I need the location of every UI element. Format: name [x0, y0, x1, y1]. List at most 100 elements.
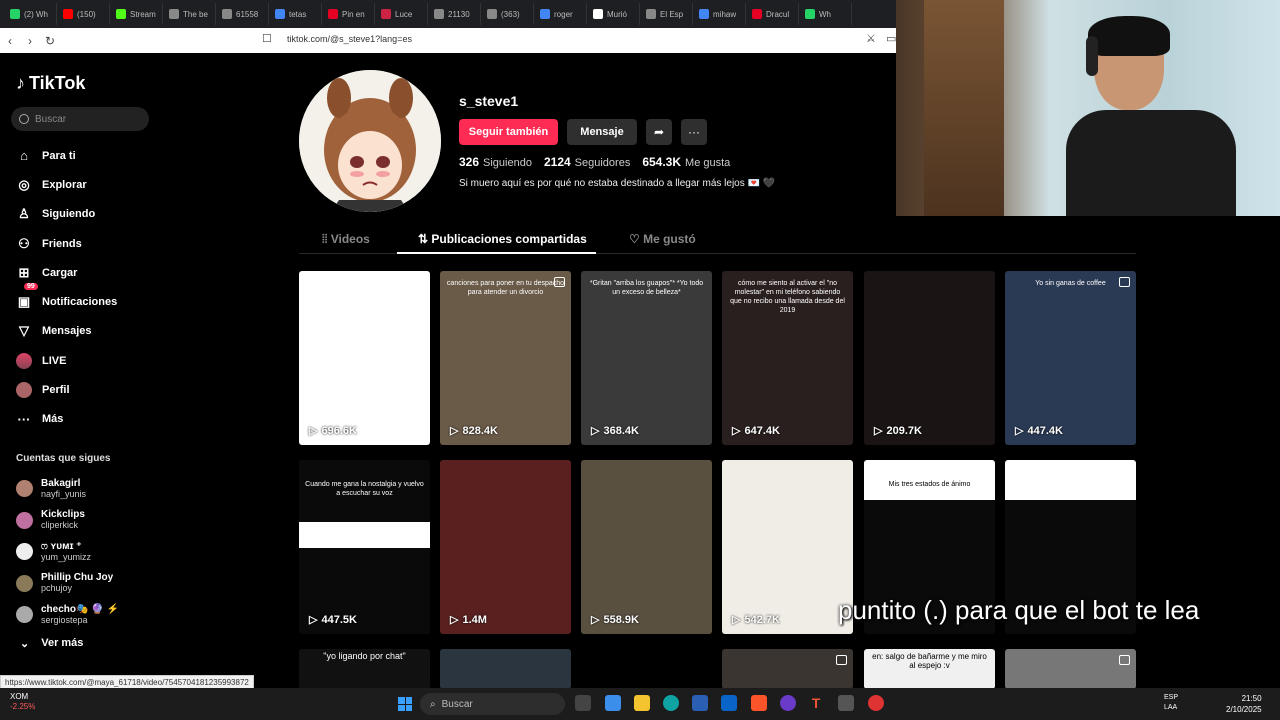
lang-top: ESP: [1164, 694, 1179, 701]
message-button[interactable]: Mensaje: [567, 119, 637, 145]
bookmark-icon[interactable]: ☐: [262, 32, 272, 45]
notification-badge: 99: [24, 283, 38, 291]
browser-tab[interactable]: Pin en: [322, 3, 375, 25]
video-thumbnail[interactable]: [581, 649, 712, 689]
play-icon: ▷: [732, 425, 741, 437]
video-thumbnail[interactable]: en: salgo de bañarme y me miro al espejo…: [864, 649, 995, 689]
stock-ticker[interactable]: XOM -2.25%: [10, 692, 35, 712]
tab-favicon-icon: [487, 9, 497, 19]
nav-item-friends[interactable]: ⚇ Friends: [16, 229, 117, 258]
back-icon[interactable]: ‹: [0, 34, 20, 48]
browser-tab[interactable]: Wh: [799, 3, 852, 25]
video-thumbnail[interactable]: Cuando me gana la nostalgia y vuelvo a e…: [299, 460, 430, 634]
nav-item-mas[interactable]: ··· Más: [16, 405, 117, 434]
following-account[interactable]: ෆ ʏᴜᴍɪ ⁺ yum_yumizz: [16, 536, 119, 568]
nav-item-mensajes[interactable]: ▽ Mensajes: [16, 317, 117, 346]
video-thumbnail[interactable]: ▷ 1.4M: [440, 460, 571, 634]
tab-favicon-icon: [10, 9, 20, 19]
profile-bio: Si muero aquí es por qué no estaba desti…: [459, 178, 776, 189]
more-options-icon[interactable]: ···: [681, 119, 707, 145]
browser-tab[interactable]: The be: [163, 3, 216, 25]
nav-item-notificaciones[interactable]: ▣ 99 Notificaciones: [16, 283, 117, 316]
chrome-icon[interactable]: [868, 695, 884, 711]
tab-reposts[interactable]: ⇅ Publicaciones compartidas: [418, 232, 587, 246]
snipping-icon[interactable]: [838, 695, 854, 711]
browser-tab[interactable]: Stream: [110, 3, 163, 25]
video-thumbnail[interactable]: [1005, 649, 1136, 689]
tab-favicon-icon: [540, 9, 550, 19]
language-indicator[interactable]: ESP LAA: [1164, 693, 1178, 713]
taskbar-search[interactable]: ⌕ Buscar: [420, 693, 565, 715]
video-thumbnail[interactable]: ▷ 209.7K: [864, 271, 995, 445]
extension-icon[interactable]: ⚔: [866, 32, 876, 45]
browser-tab[interactable]: Luce: [375, 3, 428, 25]
search-input[interactable]: Buscar: [11, 107, 149, 131]
nav-item-siguiendo[interactable]: ♙ Siguiendo: [16, 200, 117, 229]
edge-icon[interactable]: [663, 695, 679, 711]
following-stat[interactable]: 326 Siguiendo: [459, 155, 532, 169]
widgets-icon[interactable]: [605, 695, 621, 711]
system-clock[interactable]: 21:50 2/10/2025: [1226, 693, 1262, 715]
browser-tab[interactable]: El Esp: [640, 3, 693, 25]
browser-tab[interactable]: roger: [534, 3, 587, 25]
nav-item-explorar[interactable]: ◎ Explorar: [16, 170, 117, 199]
tab-label: Murió: [607, 9, 628, 19]
tab-liked[interactable]: ♡ Me gustó: [629, 232, 696, 246]
following-account[interactable]: Bakagirl nayfi_yunis: [16, 473, 119, 505]
start-icon[interactable]: [398, 697, 412, 711]
following-account[interactable]: Kickclips cliperkick: [16, 505, 119, 537]
file-explorer-icon[interactable]: [634, 695, 650, 711]
video-thumbnail[interactable]: ▷ 542.7K: [722, 460, 853, 634]
task-view-icon[interactable]: [575, 695, 591, 711]
account-username: pchujoy: [41, 583, 73, 594]
nav-item-live[interactable]: LIVE: [16, 346, 117, 375]
clock-time: 21:50: [1241, 694, 1262, 703]
play-icon: ▷: [450, 425, 459, 437]
tiktok-logo[interactable]: ♪ TikTok: [16, 73, 85, 94]
follow-button[interactable]: Seguir también: [459, 119, 558, 145]
browser-tab[interactable]: 61558: [216, 3, 269, 25]
view-count: ▷ 447.5K: [309, 613, 357, 627]
following-account[interactable]: Phillip Chu Joy pchujoy: [16, 568, 119, 600]
url-field[interactable]: tiktok.com/@s_steve1?lang=es: [287, 34, 412, 44]
video-thumbnail[interactable]: [440, 649, 571, 689]
nav-item-para-ti[interactable]: ⌂ Para ti: [16, 141, 117, 170]
video-thumbnail[interactable]: *Gritan "arriba los guapos"* *Yo todo un…: [581, 271, 712, 445]
video-thumbnail[interactable]: [722, 649, 853, 689]
followers-stat[interactable]: 2124 Seguidores: [544, 155, 630, 169]
more-icon: ···: [17, 411, 31, 427]
text-app-icon[interactable]: T: [808, 695, 824, 711]
browser-tab[interactable]: 21130: [428, 3, 481, 25]
video-thumbnail[interactable]: ▷ 696.6K: [299, 271, 430, 445]
tab-label: roger: [554, 9, 573, 19]
browser-tab[interactable]: Dracul: [746, 3, 799, 25]
browser-tab[interactable]: (150): [57, 3, 110, 25]
nav-item-perfil[interactable]: Perfil: [16, 375, 117, 404]
share-icon[interactable]: ➦: [646, 119, 672, 145]
avatar: [16, 606, 33, 624]
play-icon: ▷: [1015, 425, 1024, 437]
video-thumbnail[interactable]: ▷ 558.9K: [581, 460, 712, 634]
tab-videos[interactable]: ⦙⦙ Videos: [322, 232, 370, 247]
reload-icon[interactable]: ↻: [40, 34, 60, 48]
browser-tab[interactable]: tetas: [269, 3, 322, 25]
outlook-icon[interactable]: [721, 695, 737, 711]
see-more-button[interactable]: ⌄ Ver más: [20, 637, 83, 650]
forward-icon[interactable]: ›: [20, 34, 40, 48]
tab-favicon-icon: [222, 9, 232, 19]
brave-icon[interactable]: [751, 695, 767, 711]
browser-tab[interactable]: Murió: [587, 3, 640, 25]
browser-tab[interactable]: (363): [481, 3, 534, 25]
store-icon[interactable]: [692, 695, 708, 711]
browser-tab[interactable]: mihaw: [693, 3, 746, 25]
menu-icon[interactable]: ▭: [886, 32, 896, 45]
video-thumbnail[interactable]: Yo sin ganas de coffee ▷ 447.4K: [1005, 271, 1136, 445]
video-thumbnail[interactable]: canciones para poner en tu despacho para…: [440, 271, 571, 445]
browser-tab[interactable]: (2) Wh: [4, 3, 57, 25]
video-thumbnail[interactable]: cómo me siento al activar el "no molesta…: [722, 271, 853, 445]
following-account[interactable]: checho🎭 🔮 ⚡ sergiostepa: [16, 599, 119, 631]
view-count: ▷ 696.6K: [309, 424, 357, 438]
video-thumbnail[interactable]: "yo ligando por chat": [299, 649, 430, 689]
obs-icon[interactable]: [780, 695, 796, 711]
clock-date: 2/10/2025: [1226, 705, 1262, 714]
